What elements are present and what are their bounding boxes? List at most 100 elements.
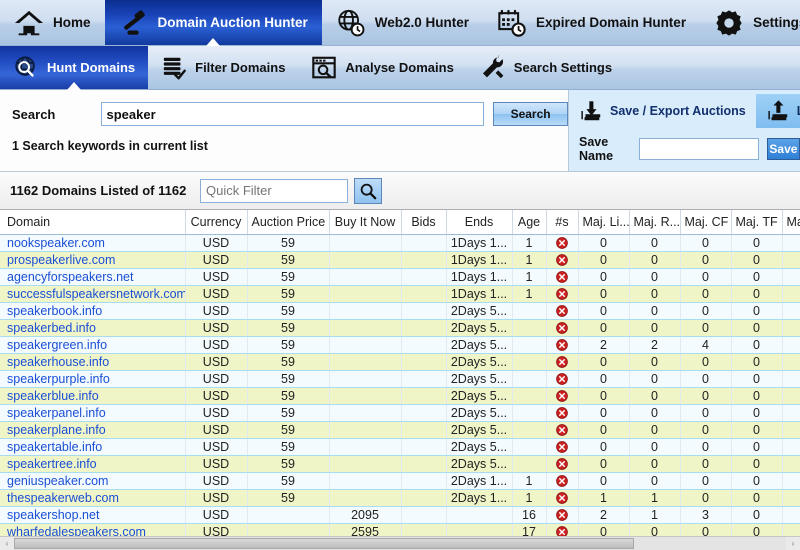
- table-row[interactable]: speakerpurple.info USD 59 2Days 5... 0 0 0 0: [0, 370, 800, 388]
- domains-table-container[interactable]: Domain Currency Auction Price Buy It Now…: [0, 210, 800, 536]
- remove-status-icon[interactable]: [556, 491, 568, 504]
- remove-status-icon[interactable]: [556, 355, 568, 368]
- cell-status[interactable]: [546, 489, 579, 507]
- quick-filter-search-button[interactable]: [354, 177, 382, 204]
- cell-status[interactable]: [546, 506, 579, 524]
- col-header-currency[interactable]: Currency: [185, 210, 248, 235]
- search-input[interactable]: [100, 102, 485, 126]
- remove-status-icon[interactable]: [556, 287, 568, 300]
- cell-status[interactable]: [546, 523, 579, 536]
- remove-status-icon[interactable]: [556, 236, 568, 249]
- table-row[interactable]: speakertree.info USD 59 2Days 5... 0 0 0 0: [0, 455, 800, 473]
- col-header-auction-price[interactable]: Auction Price: [247, 210, 330, 235]
- cell-domain[interactable]: speakerplane.info: [0, 421, 186, 439]
- col-header-maj-c[interactable]: Maj. C...: [782, 210, 800, 235]
- nav-item-expired-domain-hunter[interactable]: Expired Domain Hunter: [483, 0, 700, 45]
- cell-status[interactable]: [546, 285, 579, 303]
- cell-status[interactable]: [546, 370, 579, 388]
- cell-domain[interactable]: speakertable.info: [0, 438, 186, 456]
- subnav-item-hunt-domains[interactable]: Hunt Domains: [0, 46, 149, 89]
- col-header-maj-cf[interactable]: Maj. CF: [680, 210, 732, 235]
- col-header-maj-tf[interactable]: Maj. TF: [731, 210, 783, 235]
- cell-status[interactable]: [546, 234, 579, 252]
- cell-status[interactable]: [546, 336, 579, 354]
- cell-status[interactable]: [546, 319, 579, 337]
- cell-status[interactable]: [546, 251, 579, 269]
- search-button[interactable]: Search: [493, 102, 568, 126]
- quick-filter-input[interactable]: [200, 178, 348, 203]
- cell-domain[interactable]: speakerblue.info: [0, 387, 186, 405]
- col-header-age[interactable]: Age: [512, 210, 547, 235]
- table-row[interactable]: speakerblue.info USD 59 2Days 5... 0 0 0 0: [0, 387, 800, 405]
- nav-item-domain-auction-hunter[interactable]: Domain Auction Hunter: [104, 0, 322, 45]
- cell-domain[interactable]: prospeakerlive.com: [0, 251, 186, 269]
- scroll-right-arrow[interactable]: ›: [786, 537, 800, 550]
- cell-status[interactable]: [546, 268, 579, 286]
- nav-item-home[interactable]: Home: [0, 0, 105, 45]
- table-row[interactable]: successfulspeakersnetwork.com USD 59 1Days …: [0, 285, 800, 303]
- remove-status-icon[interactable]: [556, 338, 568, 351]
- cell-status[interactable]: [546, 455, 579, 473]
- cell-domain[interactable]: successfulspeakersnetwork.com: [0, 285, 186, 303]
- subnav-item-search-settings[interactable]: Search Settings: [467, 46, 625, 89]
- cell-domain[interactable]: agencyforspeakers.net: [0, 268, 186, 286]
- col-header-ends[interactable]: Ends: [446, 210, 513, 235]
- cell-status[interactable]: [546, 404, 579, 422]
- remove-status-icon[interactable]: [556, 508, 568, 521]
- table-row[interactable]: speakerpanel.info USD 59 2Days 5... 0 0 0 0: [0, 404, 800, 422]
- table-row[interactable]: wharfedalespeakers.com USD 2595 17 0 0 0 0: [0, 523, 800, 536]
- cell-domain[interactable]: speakerpanel.info: [0, 404, 186, 422]
- col-header-domain[interactable]: Domain: [0, 210, 186, 235]
- cell-domain[interactable]: speakerbook.info: [0, 302, 186, 320]
- remove-status-icon[interactable]: [556, 253, 568, 266]
- cell-domain[interactable]: speakerbed.info: [0, 319, 186, 337]
- cell-status[interactable]: [546, 421, 579, 439]
- table-row[interactable]: prospeakerlive.com USD 59 1Days 1... 1 0 0 0 0: [0, 251, 800, 269]
- col-header-s-count[interactable]: #s: [546, 210, 579, 235]
- nav-item-settings[interactable]: Settings: [700, 0, 800, 45]
- scrollbar-track[interactable]: [14, 537, 786, 550]
- remove-status-icon[interactable]: [556, 440, 568, 453]
- cell-status[interactable]: [546, 472, 579, 490]
- cell-status[interactable]: [546, 302, 579, 320]
- table-row[interactable]: speakerbook.info USD 59 2Days 5... 0 0 0 0: [0, 302, 800, 320]
- scrollbar-thumb[interactable]: [14, 538, 634, 549]
- col-header-maj-li[interactable]: Maj. Li...: [578, 210, 630, 235]
- remove-status-icon[interactable]: [556, 389, 568, 402]
- tab-load[interactable]: Load: [755, 94, 800, 128]
- remove-status-icon[interactable]: [556, 423, 568, 436]
- cell-domain[interactable]: thespeakerweb.com: [0, 489, 186, 507]
- remove-status-icon[interactable]: [556, 406, 568, 419]
- subnav-item-analyse-domains[interactable]: Analyse Domains: [298, 46, 466, 89]
- cell-status[interactable]: [546, 353, 579, 371]
- cell-domain[interactable]: speakerpurple.info: [0, 370, 186, 388]
- remove-status-icon[interactable]: [556, 525, 568, 536]
- cell-domain[interactable]: speakergreen.info: [0, 336, 186, 354]
- cell-status[interactable]: [546, 438, 579, 456]
- remove-status-icon[interactable]: [556, 372, 568, 385]
- nav-item-web20-hunter[interactable]: Web2.0 Hunter: [322, 0, 483, 45]
- horizontal-scrollbar[interactable]: ‹ ›: [0, 536, 800, 550]
- table-row[interactable]: speakerhouse.info USD 59 2Days 5... 0 0 0 0: [0, 353, 800, 371]
- cell-domain[interactable]: speakertree.info: [0, 455, 186, 473]
- cell-domain[interactable]: wharfedalespeakers.com: [0, 523, 186, 536]
- remove-status-icon[interactable]: [556, 270, 568, 283]
- table-row[interactable]: geniuspeaker.com USD 59 2Days 1... 1 0 0 0 0: [0, 472, 800, 490]
- table-row[interactable]: speakergreen.info USD 59 2Days 5... 2 2 4 0: [0, 336, 800, 354]
- tab-save-export-auctions[interactable]: Save / Export Auctions: [569, 94, 756, 128]
- col-header-maj-r[interactable]: Maj. R...: [629, 210, 681, 235]
- remove-status-icon[interactable]: [556, 474, 568, 487]
- col-header-bids[interactable]: Bids: [401, 210, 447, 235]
- col-header-buy-it-now[interactable]: Buy It Now: [329, 210, 402, 235]
- cell-domain[interactable]: speakershop.net: [0, 506, 186, 524]
- save-button[interactable]: Save: [766, 138, 800, 160]
- cell-domain[interactable]: geniuspeaker.com: [0, 472, 186, 490]
- save-name-input[interactable]: [638, 138, 759, 160]
- table-row[interactable]: speakertable.info USD 59 2Days 5... 0 0 0 0: [0, 438, 800, 456]
- subnav-item-filter-domains[interactable]: Filter Domains: [148, 46, 298, 89]
- cell-domain[interactable]: speakerhouse.info: [0, 353, 186, 371]
- table-row[interactable]: thespeakerweb.com USD 59 2Days 1... 1 1 1 0 0: [0, 489, 800, 507]
- cell-domain[interactable]: nookspeaker.com: [0, 234, 186, 252]
- remove-status-icon[interactable]: [556, 304, 568, 317]
- table-row[interactable]: speakerbed.info USD 59 2Days 5... 0 0 0 0: [0, 319, 800, 337]
